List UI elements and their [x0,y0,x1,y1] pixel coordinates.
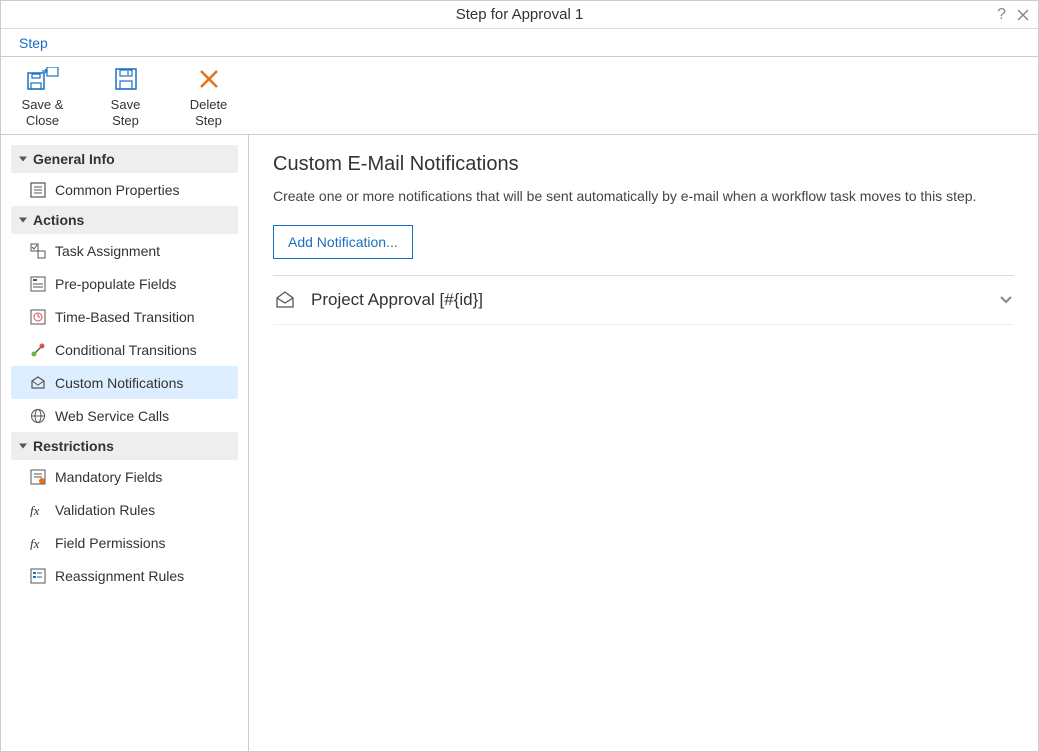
nav-mandatory-fields[interactable]: Mandatory Fields [11,460,238,493]
main-panel: Custom E-Mail Notifications Create one o… [249,135,1038,751]
close-icon[interactable] [1016,8,1030,22]
delete-icon [198,65,220,93]
nav-mandatory-label: Mandatory Fields [55,469,162,485]
menu-step[interactable]: Step [19,35,48,51]
help-icon[interactable]: ? [997,6,1006,24]
section-general-info-label: General Info [33,151,115,167]
nav-prepopulate-fields[interactable]: Pre-populate Fields [11,267,238,300]
nav-time-based-transition[interactable]: Time-Based Transition [11,300,238,333]
nav-prepopulate-label: Pre-populate Fields [55,276,176,292]
delete-step-label-2: Step [195,113,222,129]
add-notification-button[interactable]: Add Notification... [273,225,413,259]
nav-validation-rules[interactable]: fx Validation Rules [11,493,238,526]
save-step-label-1: Save [111,97,141,113]
time-transition-icon [29,308,47,326]
save-close-button[interactable]: Save & Close [15,65,70,128]
properties-icon [29,181,47,199]
save-icon [114,65,138,93]
toolbar: Save & Close Save Step Delete S [1,57,1038,135]
page-title: Custom E-Mail Notifications [273,153,1014,176]
task-assignment-icon [29,242,47,260]
prepopulate-icon [29,275,47,293]
save-close-icon [27,65,59,93]
svg-text:fx: fx [30,536,40,550]
save-step-label-2: Step [112,113,139,129]
section-restrictions[interactable]: Restrictions [11,432,238,460]
nav-web-service-calls[interactable]: Web Service Calls [11,399,238,432]
nav-time-transition-label: Time-Based Transition [55,309,195,325]
save-close-label-1: Save & [22,97,64,113]
menubar: Step [1,29,1038,57]
mandatory-icon [29,468,47,486]
nav-common-properties[interactable]: Common Properties [11,173,238,206]
nav-task-assignment[interactable]: Task Assignment [11,234,238,267]
notification-row[interactable]: Project Approval [#{id}] [273,276,1014,325]
nav-task-assignment-label: Task Assignment [55,243,160,259]
section-general-info[interactable]: General Info [11,145,238,173]
reassignment-icon [29,567,47,585]
section-restrictions-label: Restrictions [33,438,114,454]
notification-label: Project Approval [#{id}] [311,290,998,310]
svg-text:fx: fx [30,503,40,517]
fx-icon-2: fx [29,534,47,552]
envelope-open-icon [273,288,297,312]
nav-field-permissions-label: Field Permissions [55,535,165,551]
save-close-label-2: Close [26,113,59,129]
save-step-button[interactable]: Save Step [98,65,153,128]
nav-common-properties-label: Common Properties [55,182,180,198]
globe-icon [29,407,47,425]
nav-field-permissions[interactable]: fx Field Permissions [11,526,238,559]
nav-validation-label: Validation Rules [55,502,155,518]
page-description: Create one or more notifications that wi… [273,186,1014,207]
envelope-icon [29,374,47,392]
sidebar: General Info Common Properties Actions T… [1,135,249,751]
section-actions[interactable]: Actions [11,206,238,234]
conditional-icon [29,341,47,359]
dialog-title: Step for Approval 1 [456,6,584,23]
nav-web-service-label: Web Service Calls [55,408,169,424]
nav-conditional-label: Conditional Transitions [55,342,197,358]
delete-step-button[interactable]: Delete Step [181,65,236,128]
chevron-down-icon [998,291,1014,310]
nav-conditional-transitions[interactable]: Conditional Transitions [11,333,238,366]
nav-reassignment-rules[interactable]: Reassignment Rules [11,559,238,592]
section-actions-label: Actions [33,212,84,228]
nav-custom-notifications-label: Custom Notifications [55,375,183,391]
delete-step-label-1: Delete [190,97,228,113]
titlebar: Step for Approval 1 ? [1,1,1038,29]
fx-icon: fx [29,501,47,519]
nav-custom-notifications[interactable]: Custom Notifications [11,366,238,399]
nav-reassignment-label: Reassignment Rules [55,568,184,584]
